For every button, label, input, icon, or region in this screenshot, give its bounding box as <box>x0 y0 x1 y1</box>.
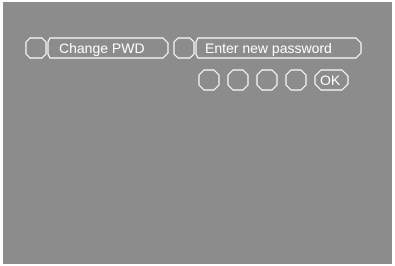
digit-slot-2-frame <box>227 69 249 91</box>
change-pwd-label: Change PWD <box>59 40 145 56</box>
new-password-text: Enter new password <box>205 40 332 56</box>
change-pwd-button[interactable]: Change PWD <box>25 37 170 59</box>
digit-slot-2[interactable] <box>227 69 249 91</box>
digit-slot-3-frame <box>256 69 278 91</box>
digit-slot-1[interactable] <box>198 69 220 91</box>
screen: Change PWD Enter new password OK <box>3 2 392 264</box>
ok-label: OK <box>320 72 341 88</box>
digit-slot-4[interactable] <box>285 69 307 91</box>
ok-button[interactable]: OK <box>314 69 349 91</box>
new-password-field[interactable]: Enter new password <box>173 37 363 59</box>
digit-slot-4-frame <box>285 69 307 91</box>
digit-slot-1-frame <box>198 69 220 91</box>
digit-slot-3[interactable] <box>256 69 278 91</box>
